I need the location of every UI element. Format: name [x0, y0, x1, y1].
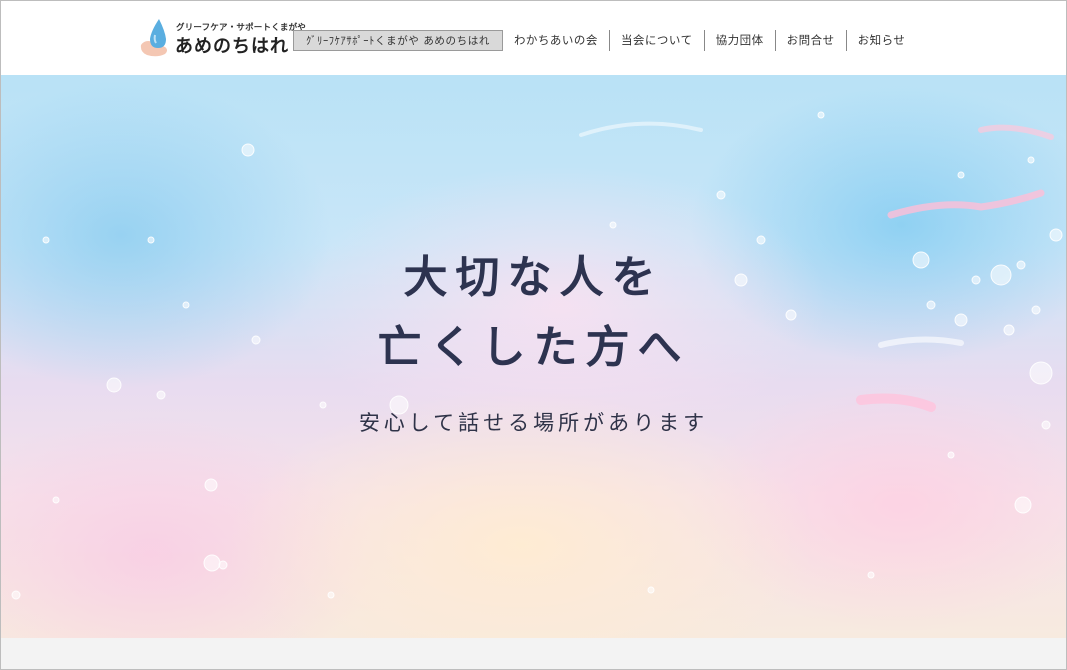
nav-item-partners[interactable]: 協力団体	[703, 30, 775, 51]
page-bottom-strip	[1, 638, 1066, 669]
nav-item-news[interactable]: お知らせ	[845, 30, 917, 51]
water-drop-icon	[140, 19, 167, 57]
nav-item-contact[interactable]: お問合せ	[774, 30, 846, 51]
hero-subtitle: 安心して話せる場所があります	[358, 411, 709, 435]
hero-banner: 大切な人を 亡くした方へ 安心して話せる場所があります	[1, 75, 1066, 638]
main-nav: ｸﾞﾘｰﾌｹｱｻﾎﾟｰﾄくまがや あめのちはれ わかちあいの会 当会について 協…	[293, 30, 916, 51]
nav-item-about[interactable]: 当会について	[608, 30, 704, 51]
nav-item-home[interactable]: ｸﾞﾘｰﾌｹｱｻﾎﾟｰﾄくまがや あめのちはれ	[293, 30, 503, 51]
site-header: グリーフケア・サポートくまがや あめのちはれ ｸﾞﾘｰﾌｹｱｻﾎﾟｰﾄくまがや …	[1, 1, 1066, 75]
logo-name: あめのちはれ	[175, 36, 289, 57]
nav-item-wakachiai[interactable]: わかちあいの会	[503, 30, 609, 51]
site-logo[interactable]: グリーフケア・サポートくまがや あめのちはれ	[139, 15, 306, 59]
hero-title-line1: 大切な人を	[403, 252, 664, 303]
hero-title-line2: 亡くした方へ	[377, 322, 690, 373]
